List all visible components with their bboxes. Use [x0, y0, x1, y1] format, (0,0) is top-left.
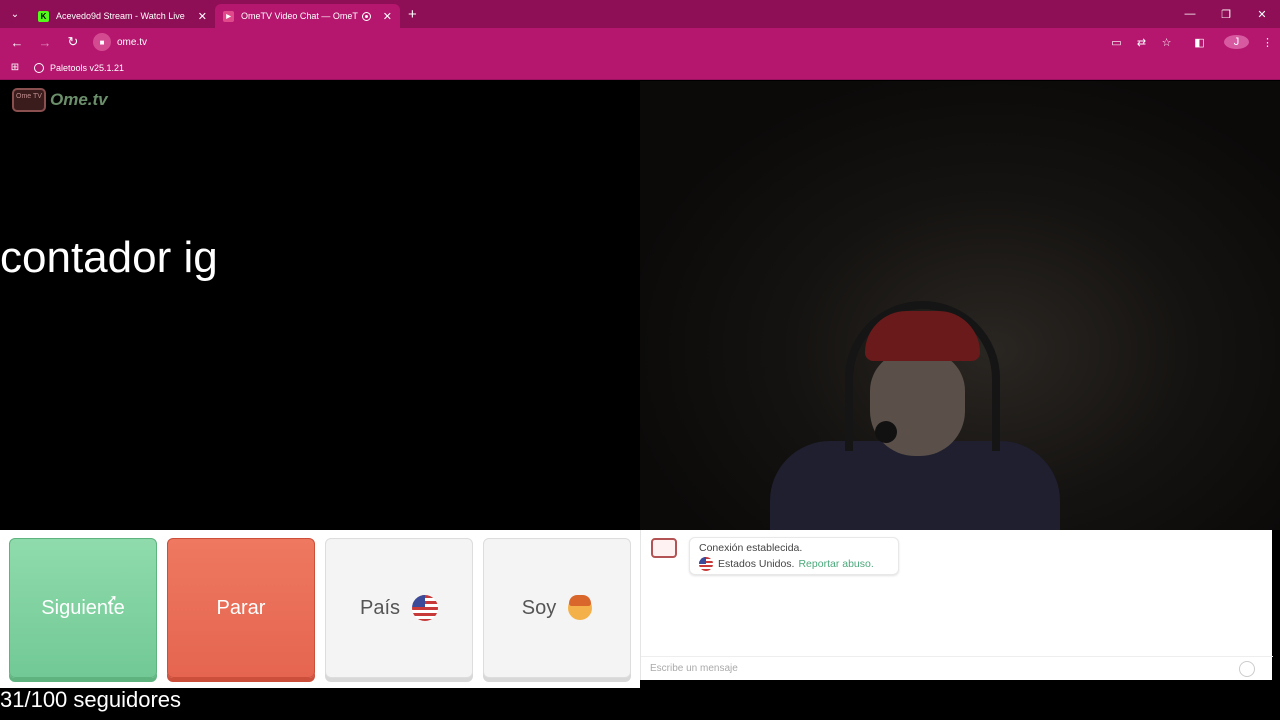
restore-icon[interactable]: ❐: [1208, 8, 1244, 21]
gender-label: Soy: [521, 596, 557, 619]
close-window-icon[interactable]: ✕: [1244, 8, 1280, 21]
minimize-icon[interactable]: —: [1172, 8, 1208, 20]
url-text: ome.tv: [117, 36, 148, 48]
message-placeholder: Escribe un mensaje: [650, 663, 738, 674]
ometv-chat-icon: [651, 538, 677, 558]
stranger-country: Estados Unidos.: [718, 558, 795, 570]
person-cap: [865, 311, 980, 361]
tab-ometv[interactable]: ▶ OmeTV Video Chat — OmeTV ✕: [215, 4, 400, 28]
window-controls: — ❐ ✕: [1172, 0, 1280, 28]
logo-text: Ome.tv: [50, 90, 108, 109]
cast-icon[interactable]: ▭: [1104, 36, 1129, 49]
report-abuse-link[interactable]: Reportar abuso.: [798, 558, 873, 570]
browser-toolbar: ← → ↻ ■ ome.tv ▭ ⇄ ☆ ◧ J ⋮: [0, 28, 1280, 56]
apps-grid-icon[interactable]: ⊞: [0, 62, 30, 73]
us-flag-icon: [699, 557, 713, 571]
cursor-icon: ➚: [106, 591, 118, 607]
new-tab-button[interactable]: +: [408, 6, 417, 23]
connection-status: Conexión establecida.: [699, 542, 803, 554]
toolbar-actions: ▭ ⇄ ☆ ◧ J ⋮: [1104, 28, 1280, 56]
chat-panel: Conexión establecida. Estados Unidos. Re…: [640, 530, 1273, 680]
country-button[interactable]: País: [325, 538, 473, 678]
gender-button[interactable]: Soy: [483, 538, 631, 678]
back-icon[interactable]: ←: [3, 35, 31, 50]
microphone-shape: [875, 421, 897, 443]
overlay-text: contador ig: [0, 233, 218, 282]
menu-icon[interactable]: ⋮: [1255, 36, 1280, 49]
camera-permission-icon[interactable]: ■: [93, 33, 111, 51]
ometv-favicon-icon: ▶: [223, 10, 234, 22]
recording-icon: [361, 11, 371, 21]
bookmarks-bar: ⊞ Paletools v25.1.21: [0, 56, 1280, 80]
followers-counter: 31/100 seguidores: [0, 687, 182, 712]
tab-bar: ⌄ K Acevedo9d Stream - Watch Live ✕ ▶ Om…: [0, 0, 1280, 28]
boy-emoji-icon: [568, 595, 593, 620]
profile-avatar[interactable]: J: [1224, 35, 1249, 49]
tab-title: Acevedo9d Stream - Watch Live: [56, 11, 185, 21]
stop-label: Parar: [216, 596, 266, 619]
close-tab-icon[interactable]: ✕: [198, 10, 207, 23]
emoji-picker-icon[interactable]: [1239, 661, 1255, 677]
extensions-icon[interactable]: ◧: [1187, 36, 1212, 49]
ometv-logo[interactable]: Ome TV Ome.tv: [12, 88, 108, 112]
next-button[interactable]: Siguiente ➚: [9, 538, 157, 678]
kick-icon: K: [38, 10, 49, 22]
reload-icon[interactable]: ↻: [59, 34, 87, 50]
tab-acevedo[interactable]: K Acevedo9d Stream - Watch Live ✕: [30, 4, 215, 28]
address-bar[interactable]: ■ ome.tv: [93, 31, 147, 53]
country-label: País: [359, 596, 401, 619]
bookmark-star-icon[interactable]: ☆: [1154, 36, 1179, 49]
remote-video: [640, 81, 1280, 530]
close-tab-icon[interactable]: ✕: [383, 10, 392, 23]
stranger-person: [770, 291, 1060, 530]
local-video: Ome TV Ome.tv contador ig: [0, 81, 640, 530]
control-panel: Siguiente ➚ Parar País Soy: [0, 530, 640, 688]
tab-search-icon[interactable]: ⌄: [0, 0, 30, 28]
tv-icon: Ome TV: [12, 88, 46, 112]
message-input[interactable]: Escribe un mensaje: [641, 656, 1273, 680]
us-flag-icon: [412, 595, 439, 621]
system-message: Conexión establecida. Estados Unidos. Re…: [689, 537, 899, 575]
translate-icon[interactable]: ⇄: [1129, 36, 1154, 49]
bookmark-label: Paletools v25.1.21: [50, 62, 125, 73]
bookmark-paletools[interactable]: Paletools v25.1.21: [34, 62, 125, 73]
forward-icon[interactable]: →: [31, 35, 59, 50]
paletools-icon: [34, 62, 44, 73]
stop-button[interactable]: Parar: [167, 538, 315, 678]
tab-title: OmeTV Video Chat — OmeTV: [241, 11, 358, 21]
ometv-page: Ome TV Ome.tv contador ig Siguiente ➚ Pa…: [0, 81, 1280, 720]
